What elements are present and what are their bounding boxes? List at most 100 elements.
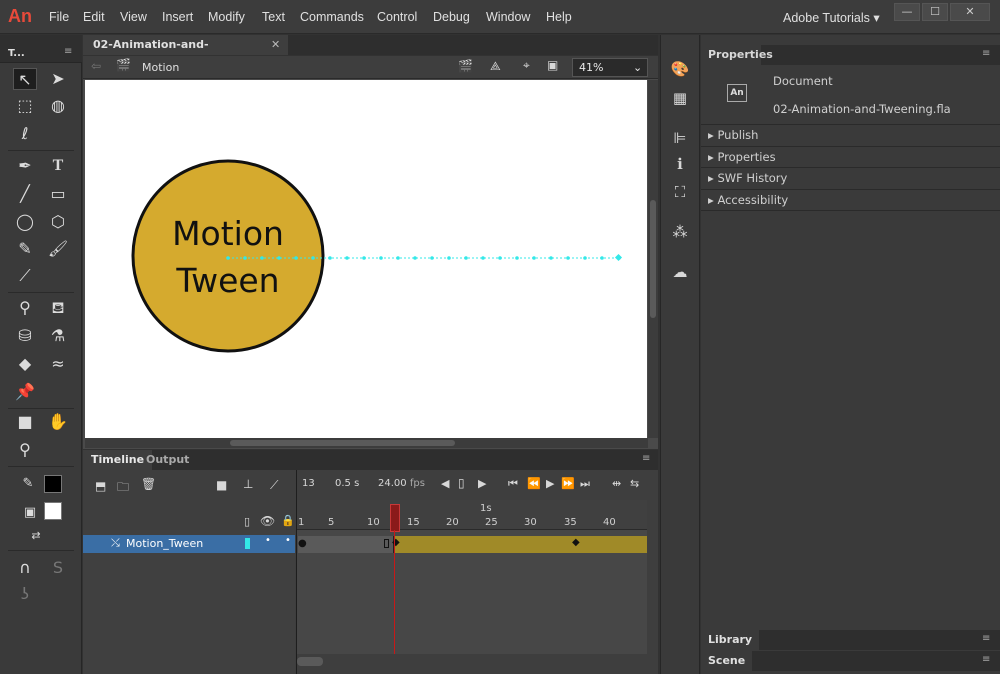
onion-skin-icon[interactable]: ⇆	[630, 477, 639, 490]
menu-help[interactable]: Help	[546, 10, 572, 24]
zoom-tool-icon[interactable]: ⚲	[13, 439, 37, 461]
elapsed-time[interactable]: 0.5 s	[335, 478, 359, 489]
close-icon[interactable]: ✕	[950, 3, 990, 21]
tab-library[interactable]: Library	[701, 630, 760, 650]
minimize-icon[interactable]: —	[894, 3, 920, 21]
smooth-icon[interactable]: S	[46, 557, 70, 579]
zoom-select[interactable]: 41% ⌄	[572, 58, 648, 77]
panel-menu-icon[interactable]: ≡	[982, 654, 990, 665]
edit-scene-icon[interactable]: 🎬	[458, 59, 473, 73]
hand-tool-icon[interactable]: ✋	[46, 411, 70, 433]
menu-control[interactable]: Control	[377, 10, 417, 24]
section-swf-history[interactable]: ▸ SWF History	[708, 171, 787, 185]
subselection-tool-icon[interactable]: ➤	[46, 68, 70, 90]
layer-parenting-icon[interactable]: ⊥	[243, 477, 253, 491]
delete-layer-icon[interactable]: 🗑	[141, 477, 156, 491]
horizontal-scroll-thumb[interactable]	[230, 440, 455, 446]
frame-center-icon[interactable]: ▯	[458, 476, 465, 490]
pen-tool-icon[interactable]: ✒	[13, 155, 37, 177]
maximize-icon[interactable]: ☐	[922, 3, 948, 21]
layer-visible-dot[interactable]: •	[265, 535, 271, 546]
scene-name[interactable]: Motion	[142, 61, 179, 74]
play-icon[interactable]: ▶	[546, 477, 554, 490]
menu-text[interactable]: Text	[262, 10, 285, 24]
menu-debug[interactable]: Debug	[433, 10, 470, 24]
menu-file[interactable]: File	[49, 10, 69, 24]
stroke-color-swatch[interactable]	[44, 475, 62, 493]
free-transform-tool-icon[interactable]: ⬚	[13, 95, 37, 117]
tab-output[interactable]: Output	[138, 450, 197, 470]
layer-lock-dot[interactable]: •	[285, 535, 291, 546]
camera-tool-icon[interactable]: ■	[13, 411, 37, 433]
static-frames-span[interactable]: ●	[298, 536, 394, 553]
swap-colors-icon[interactable]: ⇄	[24, 525, 48, 547]
vertical-scroll-thumb[interactable]	[650, 200, 656, 318]
layer-row[interactable]: ⤯ Motion_Tween • •	[83, 535, 295, 553]
components-icon[interactable]: ⁂	[670, 222, 690, 242]
visibility-eye-icon[interactable]: 👁	[260, 514, 275, 528]
color-panel-icon[interactable]: 🎨	[670, 59, 690, 79]
polystar-tool-icon[interactable]: ⬡	[46, 211, 70, 233]
tab-properties[interactable]: Properties	[701, 45, 773, 65]
lock-icon[interactable]: 🔒	[281, 514, 295, 527]
document-tab[interactable]: 02-Animation-and-Tweening.fla* ✕	[83, 35, 288, 71]
swatches-icon[interactable]: ▦	[670, 88, 690, 108]
next-frame-icon[interactable]: ⏩	[561, 477, 575, 490]
last-frame-icon[interactable]: ⏭	[580, 477, 590, 491]
transform-panel-icon[interactable]: ⛶	[670, 182, 690, 202]
edit-symbol-icon[interactable]: ⟁	[490, 59, 501, 74]
section-properties[interactable]: ▸ Properties	[708, 150, 776, 164]
panel-menu-icon[interactable]: ≡	[982, 633, 990, 644]
creative-cloud-icon[interactable]: ☁	[670, 262, 690, 282]
fill-color-swatch[interactable]	[44, 502, 62, 520]
straighten-icon[interactable]: ʖ	[13, 583, 37, 605]
ink-bottle-tool-icon[interactable]: ⛁	[13, 325, 37, 347]
3d-rotation-tool-icon[interactable]: ◍	[46, 95, 70, 117]
playhead[interactable]	[390, 504, 400, 532]
graph-icon[interactable]: ⟋	[270, 478, 278, 493]
back-arrow-icon[interactable]: ⇦	[91, 59, 101, 73]
menu-insert[interactable]: Insert	[162, 10, 193, 24]
panel-menu-icon[interactable]: ≡	[982, 48, 990, 59]
panel-menu-icon[interactable]: ≡	[642, 453, 650, 464]
previous-frame-icon[interactable]: ⏪	[527, 477, 541, 490]
layer-outline-color[interactable]	[245, 538, 250, 549]
snap-magnet-icon[interactable]: ∩	[13, 557, 37, 579]
frame-rate[interactable]: 24.00 fps	[378, 478, 425, 489]
paint-brush-tool-icon[interactable]: ⟋	[13, 265, 37, 287]
close-tab-icon[interactable]: ✕	[271, 35, 280, 55]
bone-tool-icon[interactable]: ⚲	[13, 297, 37, 319]
layer-name[interactable]: Motion_Tween	[126, 537, 203, 550]
width-tool-icon[interactable]: ≈	[46, 353, 70, 375]
loop-icon[interactable]: ⇹	[612, 477, 621, 490]
menu-window[interactable]: Window	[486, 10, 530, 24]
info-panel-icon[interactable]: ℹ	[670, 154, 690, 174]
menu-modify[interactable]: Modify	[208, 10, 245, 24]
clip-stage-icon[interactable]: ▣	[547, 58, 558, 72]
paint-bucket-tool-icon[interactable]: ⛾	[46, 297, 70, 319]
oval-tool-icon[interactable]: ◯	[13, 211, 37, 233]
stage[interactable]: Motion Tween	[85, 80, 647, 438]
menu-edit[interactable]: Edit	[83, 10, 105, 24]
line-tool-icon[interactable]: ╱	[13, 183, 37, 205]
new-folder-icon[interactable]: 🗀	[117, 478, 129, 499]
property-keyframe[interactable]: ◆	[572, 537, 580, 548]
align-panel-icon[interactable]: ⊫	[670, 128, 690, 148]
menu-commands[interactable]: Commands	[300, 10, 364, 24]
current-frame[interactable]: 13	[302, 478, 315, 489]
step-back-icon[interactable]: ◀	[441, 477, 449, 490]
timeline-scroll-thumb[interactable]	[297, 657, 323, 666]
snap-crosshair-icon[interactable]: ⌖	[523, 58, 530, 73]
section-publish[interactable]: ▸ Publish	[708, 128, 758, 142]
timeline-ruler[interactable]: 1s 1 5 10 15 20 25 30 35 40	[297, 500, 647, 530]
pin-tool-icon[interactable]: 📌	[13, 381, 37, 403]
eraser-tool-icon[interactable]: ◆	[13, 353, 37, 375]
pencil-tool-icon[interactable]: ✎	[13, 238, 37, 260]
lasso-tool-icon[interactable]: ℓ	[13, 123, 37, 145]
text-tool-icon[interactable]: T	[46, 155, 70, 177]
camera-icon[interactable]: ■	[216, 478, 227, 492]
rectangle-tool-icon[interactable]: ▭	[46, 183, 70, 205]
first-frame-icon[interactable]: ⏮	[508, 477, 518, 491]
new-layer-icon[interactable]: ⬒	[95, 479, 106, 493]
eyedropper-tool-icon[interactable]: ⚗	[46, 325, 70, 347]
